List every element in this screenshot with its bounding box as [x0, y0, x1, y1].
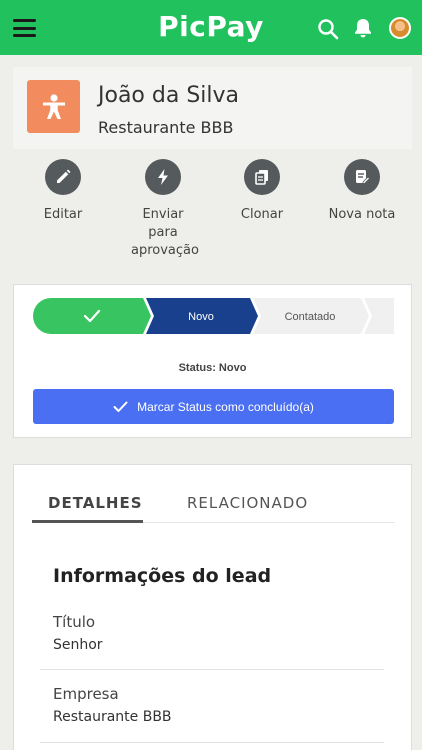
status-text: Status: Novo [178, 362, 247, 374]
status-path: Novo Contatado [33, 298, 394, 334]
field-titulo: Título Senhor [53, 613, 383, 653]
field-label: Título [53, 613, 96, 631]
details-card: DETALHES RELACIONADO Informações do lead… [13, 464, 412, 750]
field-value: Restaurante BBB [53, 709, 172, 725]
stage-novo-label: Novo [188, 311, 214, 323]
tab-relacionado[interactable]: RELACIONADO [187, 494, 308, 512]
pencil-icon [45, 159, 81, 195]
search-icon[interactable] [317, 18, 339, 40]
divider [40, 669, 384, 670]
stage-completed[interactable] [33, 298, 151, 334]
tab-bar: DETALHES RELACIONADO [32, 491, 395, 523]
copy-icon [244, 159, 280, 195]
new-note-icon [344, 159, 380, 195]
edit-label: Editar [43, 207, 83, 222]
new-note-label: Nova nota [328, 207, 396, 222]
divider [40, 742, 384, 743]
stage-contatado[interactable]: Contatado [253, 298, 369, 334]
action-bar: Editar Enviar para aprovação Clonar Nova… [0, 157, 422, 267]
mark-status-complete-button[interactable]: Marcar Status como concluído(a) [33, 389, 394, 424]
new-note-button[interactable]: Nova nota [312, 157, 412, 224]
active-tab-indicator [32, 520, 143, 523]
tab-detalhes[interactable]: DETALHES [48, 494, 143, 512]
edit-button[interactable]: Editar [13, 157, 113, 224]
send-for-approval-button[interactable]: Enviar para aprovação [113, 157, 213, 260]
stage-novo[interactable]: Novo [146, 298, 258, 334]
send-for-approval-label: Enviar para aprovação [131, 207, 199, 258]
lightning-icon [145, 159, 181, 195]
field-empresa: Empresa Restaurante BBB [53, 685, 383, 725]
lead-header-card: João da Silva Restaurante BBB [13, 67, 412, 149]
status-card: Novo Contatado Status: Novo Marcar Statu… [13, 284, 412, 438]
user-avatar[interactable] [389, 17, 411, 39]
stage-contatado-label: Contatado [285, 311, 336, 323]
section-title: Informações do lead [53, 565, 272, 587]
lead-company: Restaurante BBB [98, 118, 234, 137]
lead-name: João da Silva [98, 83, 240, 108]
field-value: Senhor [53, 637, 103, 653]
bell-icon[interactable] [352, 17, 374, 39]
check-icon [113, 401, 128, 412]
clone-label: Clonar [240, 207, 284, 222]
person-lead-icon [27, 80, 80, 133]
clone-button[interactable]: Clonar [212, 157, 312, 224]
field-label: Empresa [53, 685, 119, 703]
mark-status-complete-label: Marcar Status como concluído(a) [137, 399, 314, 414]
top-app-bar: PicPay [0, 0, 422, 55]
